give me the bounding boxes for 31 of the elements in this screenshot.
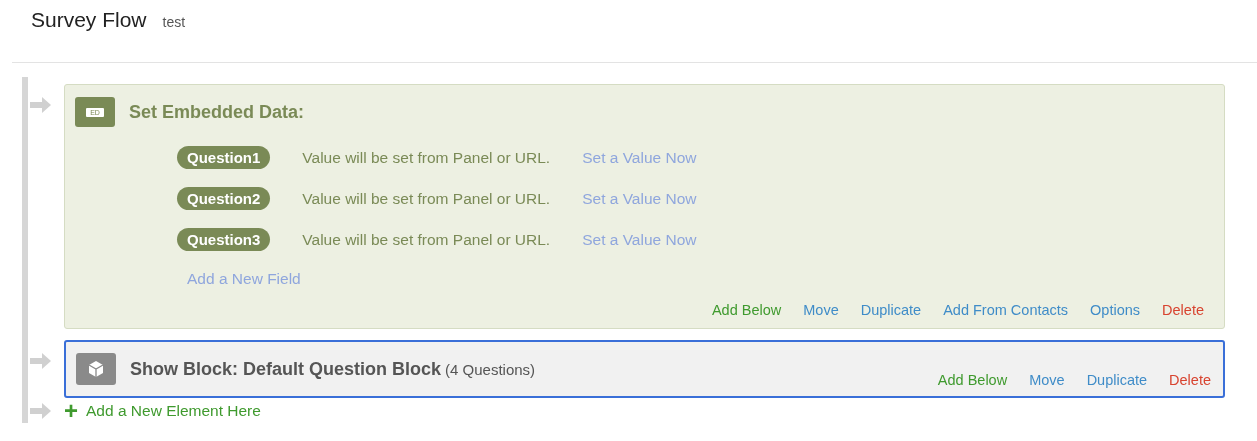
question-count: (4 Questions) [445,360,536,378]
action-link[interactable]: Move [1029,372,1065,388]
action-link[interactable]: Add Below [711,302,782,318]
action-link[interactable]: Delete [1162,302,1204,318]
action-link[interactable]: Move [803,302,839,318]
action-link[interactable]: Duplicate [1086,372,1148,388]
add-field-link[interactable]: Add a New Field [187,270,1204,288]
field-value-text: Value will be set from Panel or URL. [302,230,551,249]
action-link[interactable]: Add Below [937,372,1008,388]
action-link[interactable]: Delete [1169,372,1211,388]
connector-arrow-icon [30,350,52,372]
action-link[interactable]: Add From Contacts [943,302,1069,318]
action-link[interactable]: Options [1090,302,1141,318]
survey-name: test [162,14,186,30]
set-value-link[interactable]: Set a Value Now [582,148,697,167]
cube-icon [76,353,116,385]
block-title: Show Block: Default Question Block [130,358,442,380]
field-name-tag[interactable]: Question1 [177,146,271,169]
element-title: Set Embedded Data: [129,101,305,123]
field-name-tag[interactable]: Question3 [177,228,271,251]
field-name-tag[interactable]: Question2 [177,187,271,210]
set-value-link[interactable]: Set a Value Now [582,230,697,249]
action-link[interactable]: Duplicate [860,302,922,318]
page-title: Survey Flow [31,8,147,32]
set-value-link[interactable]: Set a Value Now [582,189,697,208]
connector-arrow-icon [30,400,52,422]
field-value-text: Value will be set from Panel or URL. [302,148,551,167]
field-value-text: Value will be set from Panel or URL. [302,189,551,208]
question-block-card[interactable]: Show Block: Default Question Block (4 Questions) Add Below Move Duplicate Delete [64,340,1225,398]
add-element-link[interactable]: + Add a New Element Here [64,399,261,423]
connector-arrow-icon [30,94,52,116]
